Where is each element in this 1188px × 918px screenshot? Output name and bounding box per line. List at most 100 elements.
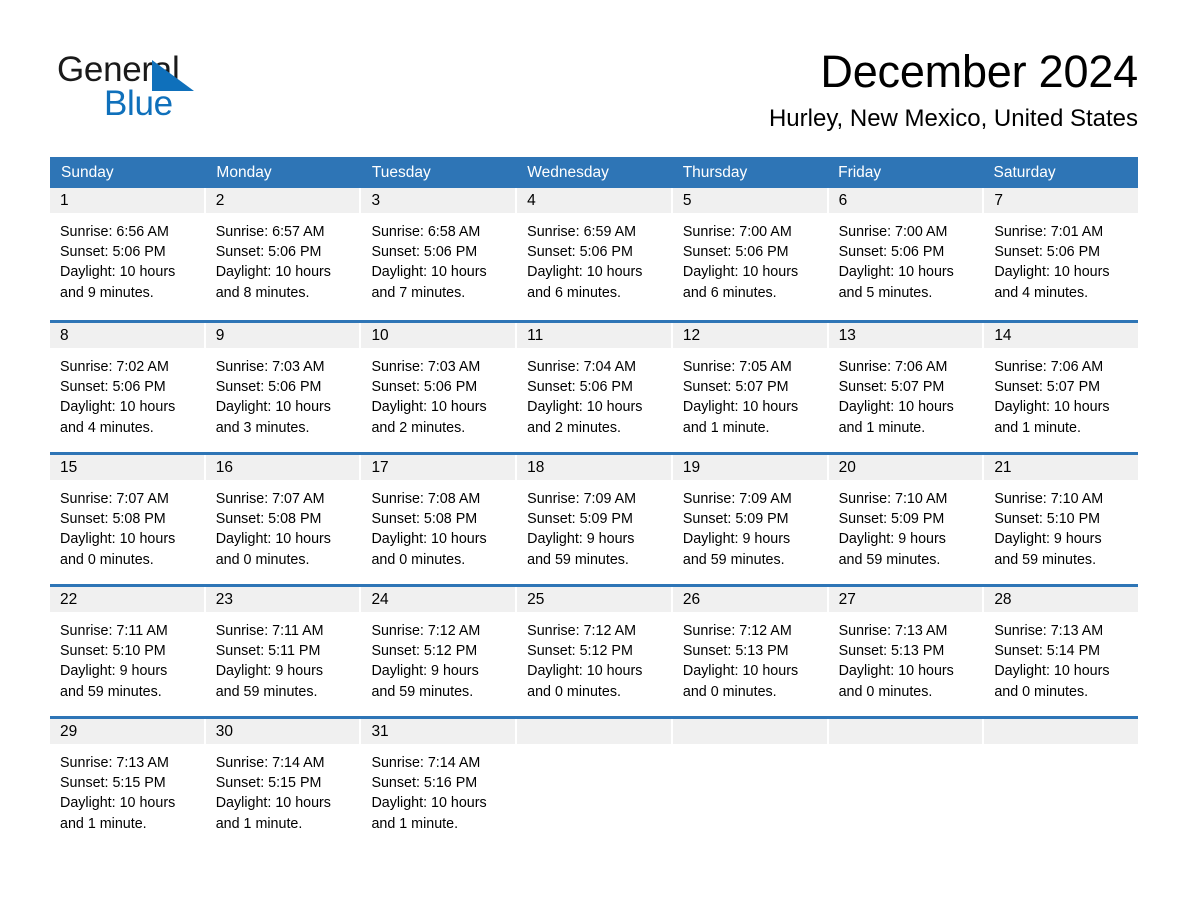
daylight-duration-line2: and 1 minute. [994,419,1081,436]
day-number-band: 17 [361,455,516,480]
calendar-day-cell[interactable]: 17 Sunrise: 7:08 AM Sunset: 5:08 PM Dayligh… [361,455,518,584]
sunset-time: Sunset: 5:16 PM [371,775,478,792]
calendar-day-cell[interactable]: 11 Sunrise: 7:04 AM Sunset: 5:06 PM Dayligh… [517,323,673,452]
sunrise-time: Sunrise: 7:10 AM [838,491,948,507]
calendar-day-cell[interactable]: 21 Sunrise: 7:10 AM Sunset: 5:10 PM Dayligh… [984,455,1139,584]
day-number-band: 22 [50,587,204,612]
daylight-duration-line2: and 0 minutes. [527,683,621,700]
sunrise-time: Sunrise: 7:06 AM [838,359,948,375]
sunset-time: Sunset: 5:06 PM [60,379,166,396]
sunrise-time: Sunrise: 7:10 AM [994,491,1104,507]
sunrise-time: Sunrise: 7:03 AM [371,359,481,375]
day-number-band: 25 [517,587,671,612]
daylight-duration-line2: and 7 minutes. [371,284,466,301]
sunrise-time: Sunrise: 7:14 AM [215,755,325,771]
daylight-duration-line1: Daylight: 10 hours [838,399,954,416]
daylight-duration-line1: Daylight: 9 hours [60,663,168,680]
calendar-day-cell[interactable]: 13 Sunrise: 7:06 AM Sunset: 5:07 PM Dayligh… [828,323,985,452]
day-number-band: 26 [672,587,827,612]
daylight-duration-line1: Daylight: 9 hours [994,531,1102,548]
calendar-week-row: 8 Sunrise: 7:02 AM Sunset: 5:06 PM Daylight… [50,320,1139,452]
sunrise-time: Sunrise: 7:12 AM [371,623,481,639]
sunrise-time: Sunrise: 7:00 AM [682,224,792,240]
day-number-band: 19 [672,455,827,480]
sunset-time: Sunset: 5:12 PM [371,643,478,660]
calendar-week-row: 15 Sunrise: 7:07 AM Sunset: 5:08 PM Dayligh… [50,452,1139,584]
calendar-day-cell[interactable]: 12 Sunrise: 7:05 AM Sunset: 5:07 PM Dayligh… [672,323,829,452]
daylight-duration-line2: and 59 minutes. [682,551,785,568]
calendar-day-cell[interactable]: 16 Sunrise: 7:07 AM Sunset: 5:08 PM Dayligh… [205,455,362,584]
calendar-day-cell[interactable]: 20 Sunrise: 7:10 AM Sunset: 5:09 PM Dayligh… [828,455,985,584]
calendar-day-cell[interactable]: 8 Sunrise: 7:02 AM Sunset: 5:06 PM Daylight… [50,323,206,452]
daylight-duration-line2: and 59 minutes. [838,551,941,568]
day-number-band: 14 [984,323,1139,348]
daylight-duration-line2: and 59 minutes. [994,551,1097,568]
calendar-day-cell[interactable]: 2 Sunrise: 6:57 AM Sunset: 5:06 PM Daylight… [205,188,362,320]
calendar-day-cell[interactable]: 14 Sunrise: 7:06 AM Sunset: 5:07 PM Dayligh… [984,323,1139,452]
sunset-time: Sunset: 5:06 PM [994,244,1101,261]
daylight-duration-line1: Daylight: 10 hours [994,663,1110,680]
calendar-day-cell[interactable]: 5 Sunrise: 7:00 AM Sunset: 5:06 PM Daylight… [672,188,829,320]
daylight-duration-line1: Daylight: 10 hours [60,795,176,812]
sunrise-time: Sunrise: 6:58 AM [371,224,481,240]
daylight-duration-line1: Daylight: 10 hours [215,399,331,416]
daylight-duration-line2: and 6 minutes. [527,284,621,301]
calendar-day-cell[interactable]: 24 Sunrise: 7:12 AM Sunset: 5:12 PM Dayligh… [361,587,518,716]
day-number: 12 [682,327,701,344]
calendar-day-cell[interactable]: 1 Sunrise: 6:56 AM Sunset: 5:06 PM Daylight… [50,188,206,320]
sunrise-time: Sunrise: 7:12 AM [682,623,792,639]
calendar-day-cell[interactable]: 3 Sunrise: 6:58 AM Sunset: 5:06 PM Daylight… [361,188,518,320]
weekday-header-friday: Friday [838,164,882,181]
daylight-duration-line1: Daylight: 9 hours [215,663,324,680]
calendar-day-cell[interactable]: 6 Sunrise: 7:00 AM Sunset: 5:06 PM Daylight… [828,188,985,320]
day-details: Sunrise: 7:11 AM Sunset: 5:11 PM Daylight:… [206,612,360,702]
day-number-band: 28 [984,587,1139,612]
calendar-day-cell[interactable]: 27 Sunrise: 7:13 AM Sunset: 5:13 PM Dayligh… [828,587,985,716]
sunset-time: Sunset: 5:06 PM [215,244,322,261]
calendar-day-cell[interactable]: 18 Sunrise: 7:09 AM Sunset: 5:09 PM Dayligh… [517,455,673,584]
sunrise-time: Sunrise: 7:13 AM [838,623,948,639]
day-details: Sunrise: 7:00 AM Sunset: 5:06 PM Daylight:… [829,213,983,303]
sunset-time: Sunset: 5:08 PM [215,511,322,528]
calendar-day-cell[interactable]: 29 Sunrise: 7:13 AM Sunset: 5:15 PM Dayligh… [50,719,206,848]
calendar-day-cell[interactable]: 26 Sunrise: 7:12 AM Sunset: 5:13 PM Dayligh… [672,587,829,716]
day-details: Sunrise: 6:58 AM Sunset: 5:06 PM Daylight:… [361,213,515,303]
sunset-time: Sunset: 5:13 PM [838,643,945,660]
calendar-day-cell[interactable]: 22 Sunrise: 7:11 AM Sunset: 5:10 PM Dayligh… [50,587,206,716]
calendar-day-cell[interactable]: 4 Sunrise: 6:59 AM Sunset: 5:06 PM Daylight… [517,188,673,320]
calendar-day-cell[interactable]: 9 Sunrise: 7:03 AM Sunset: 5:06 PM Daylight… [205,323,362,452]
calendar-day-cell[interactable]: 7 Sunrise: 7:01 AM Sunset: 5:06 PM Daylight… [984,188,1139,320]
day-details: Sunrise: 7:06 AM Sunset: 5:07 PM Daylight:… [829,348,983,438]
sunset-time: Sunset: 5:06 PM [527,244,633,261]
calendar-day-cell[interactable]: 19 Sunrise: 7:09 AM Sunset: 5:09 PM Dayligh… [672,455,829,584]
day-number-band: 3 [361,188,516,213]
sunset-time: Sunset: 5:10 PM [60,643,166,660]
day-number-band: 21 [984,455,1139,480]
calendar-day-cell-empty [517,719,673,848]
weekday-header-row: Sunday Monday Tuesday Wednesday Thursday… [50,157,1138,188]
page-header: General Blue December 2024 Hurley, New M… [0,0,1188,150]
daylight-duration-line2: and 59 minutes. [527,551,629,568]
daylight-duration-line1: Daylight: 10 hours [682,399,799,416]
day-number: 4 [527,192,536,209]
sunrise-time: Sunrise: 7:07 AM [60,491,169,507]
calendar-week-row: 29 Sunrise: 7:13 AM Sunset: 5:15 PM Dayligh… [50,716,1139,848]
daylight-duration-line2: and 0 minutes. [60,551,154,568]
calendar-day-cell[interactable]: 28 Sunrise: 7:13 AM Sunset: 5:14 PM Dayligh… [984,587,1139,716]
calendar-grid: Sunday Monday Tuesday Wednesday Thursday… [50,157,1139,848]
daylight-duration-line2: and 1 minute. [682,419,770,436]
daylight-duration-line1: Daylight: 10 hours [371,531,487,548]
calendar-day-cell[interactable]: 23 Sunrise: 7:11 AM Sunset: 5:11 PM Dayligh… [205,587,362,716]
sunset-time: Sunset: 5:15 PM [215,775,322,792]
calendar-day-cell[interactable]: 10 Sunrise: 7:03 AM Sunset: 5:06 PM Dayligh… [361,323,518,452]
calendar-day-cell[interactable]: 25 Sunrise: 7:12 AM Sunset: 5:12 PM Dayligh… [517,587,673,716]
day-details: Sunrise: 7:12 AM Sunset: 5:13 PM Daylight:… [673,612,827,702]
calendar-page: General Blue December 2024 Hurley, New M… [0,0,1188,918]
calendar-day-cell[interactable]: 31 Sunrise: 7:14 AM Sunset: 5:16 PM Dayligh… [361,719,518,848]
calendar-day-cell[interactable]: 15 Sunrise: 7:07 AM Sunset: 5:08 PM Dayligh… [50,455,206,584]
calendar-day-cell[interactable]: 30 Sunrise: 7:14 AM Sunset: 5:15 PM Dayligh… [205,719,362,848]
day-details: Sunrise: 7:07 AM Sunset: 5:08 PM Daylight:… [50,480,204,570]
day-number-band: 31 [361,719,516,744]
sunrise-time: Sunrise: 7:04 AM [527,359,637,375]
sunrise-time: Sunrise: 7:03 AM [215,359,325,375]
